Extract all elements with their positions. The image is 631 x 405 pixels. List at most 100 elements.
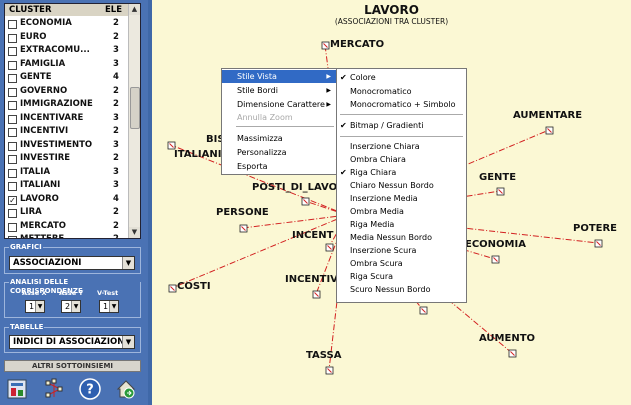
cluster-row[interactable]: IMMIGRAZIONE 2	[5, 98, 130, 112]
cluster-checkbox[interactable]	[8, 209, 17, 218]
cluster-count: 3	[113, 58, 119, 69]
submenu-item[interactable]: Inserzione Chiara	[337, 140, 466, 153]
cluster-row[interactable]: ECONOMIA 2	[5, 17, 130, 31]
asse-x-select[interactable]: 1 ▼	[25, 300, 45, 313]
left-panel: CLUSTER ELE ECONOMIA 2 EURO 2 EXTRACOMU... 3 F…	[0, 0, 148, 405]
checkmark-icon: ✔	[340, 73, 347, 82]
cluster-row[interactable]: FAMIGLIA 3	[5, 58, 130, 72]
vtest-value: 1	[103, 302, 109, 311]
cluster-list-header: CLUSTER ELE	[5, 4, 130, 16]
cluster-row[interactable]: ITALIA 3	[5, 166, 130, 180]
tabelle-select[interactable]: INDICI DI ASSOCIAZIONE ▼	[9, 335, 135, 349]
context-menu-item[interactable]: Esporta	[222, 160, 336, 173]
chevron-right-icon: ▶	[326, 73, 331, 80]
cluster-checkbox[interactable]: ✓	[8, 195, 17, 205]
submenu-item-label: Riga Media	[350, 220, 395, 229]
context-menu-item[interactable]: Stile Vista ▶	[222, 70, 336, 83]
chevron-down-icon[interactable]: ▼	[35, 301, 44, 312]
submenu-item[interactable]: Scuro Nessun Bordo	[337, 283, 466, 296]
cluster-checkbox[interactable]	[8, 155, 17, 164]
chevron-down-icon[interactable]: ▼	[122, 257, 134, 269]
cluster-list[interactable]: CLUSTER ELE ECONOMIA 2 EURO 2 EXTRACOMU... 3 F…	[4, 3, 141, 239]
submenu-item[interactable]: Ombra Scura	[337, 257, 466, 270]
submenu-item[interactable]: Riga Media	[337, 218, 466, 231]
cluster-checkbox[interactable]	[8, 87, 17, 97]
ele-column-header[interactable]: ELE	[105, 4, 122, 16]
submenu-item[interactable]: Riga Scura	[337, 270, 466, 283]
report-icon[interactable]	[6, 378, 28, 400]
submenu-item-label: Riga Chiara	[350, 168, 397, 177]
vtest-select[interactable]: 1 ▼	[99, 300, 119, 313]
cluster-checkbox[interactable]	[8, 182, 17, 191]
submenu-item-label: Monocromatico + Simbolo	[350, 100, 456, 109]
asse-y-label: Asse Y	[59, 289, 84, 297]
cluster-name: INVESTIRE	[20, 153, 71, 163]
submenu-item[interactable]: Inserzione Media	[337, 192, 466, 205]
cluster-row[interactable]: INCENTIVARE 3	[5, 112, 130, 126]
submenu-item[interactable]: Monocromatico + Simbolo	[337, 98, 466, 111]
asse-y-select[interactable]: 2 ▼	[61, 300, 81, 313]
grafici-select[interactable]: ASSOCIAZIONI ▼	[9, 256, 135, 270]
chevron-down-icon[interactable]: ▼	[71, 301, 80, 312]
node-label: ITALIANI	[174, 149, 221, 160]
chevron-down-icon[interactable]: ▼	[109, 301, 118, 312]
cluster-checkbox[interactable]	[8, 47, 17, 56]
cluster-checkbox[interactable]	[8, 20, 17, 29]
cluster-row[interactable]: MERCATO 2	[5, 220, 130, 234]
context-menu-item[interactable]: Stile Bordi ▶	[222, 84, 336, 97]
altri-sottoinsiemi-button[interactable]: ALTRI SOTTOINSIEMI	[4, 360, 141, 372]
cluster-row[interactable]: INCENTIVI 2	[5, 125, 130, 139]
cluster-checkbox[interactable]	[8, 128, 17, 137]
asse-y-value: 2	[65, 302, 71, 311]
submenu-item[interactable]: Chiaro Nessun Bordo	[337, 179, 466, 192]
network-icon[interactable]	[43, 378, 65, 400]
cluster-row[interactable]: INVESTIMENTO 3	[5, 139, 130, 153]
submenu-item[interactable]: ✔ Bitmap / Gradienti	[337, 119, 466, 132]
cluster-row[interactable]: METTERE 2	[5, 233, 130, 238]
submenu-item[interactable]: Inserzione Scura	[337, 244, 466, 257]
cluster-checkbox[interactable]	[8, 74, 17, 83]
menu-separator	[236, 126, 334, 127]
cluster-checkbox[interactable]	[8, 168, 17, 178]
submenu-item-label: Chiaro Nessun Bordo	[350, 181, 434, 190]
submenu-item[interactable]: Ombra Media	[337, 205, 466, 218]
cluster-checkbox[interactable]	[8, 222, 17, 232]
cluster-row[interactable]: ✓ LAVORO 4	[5, 193, 130, 207]
cluster-row[interactable]: INVESTIRE 2	[5, 152, 130, 166]
cluster-row[interactable]: ITALIANI 3	[5, 179, 130, 193]
cluster-checkbox[interactable]	[8, 236, 17, 238]
submenu-item-label: Ombra Scura	[350, 259, 403, 268]
submenu-item[interactable]: Monocromatico	[337, 85, 466, 98]
home-export-icon[interactable]	[115, 378, 137, 400]
context-menu-item[interactable]: Dimensione Carattere ▶	[222, 98, 336, 111]
context-menu-item[interactable]: Massimizza	[222, 132, 336, 145]
chevron-down-icon[interactable]: ▼	[122, 336, 134, 348]
cluster-name: MERCATO	[20, 220, 66, 231]
submenu-item-label: Inserzione Media	[350, 194, 418, 203]
submenu-item[interactable]: Ombra Chiara	[337, 153, 466, 166]
cluster-list-scrollbar[interactable]: ▲ ▼	[128, 4, 140, 238]
scroll-up-icon[interactable]: ▲	[129, 4, 140, 15]
cluster-checkbox[interactable]	[8, 114, 17, 124]
cluster-row[interactable]: EXTRACOMU... 3	[5, 44, 130, 58]
scroll-down-icon[interactable]: ▼	[129, 227, 140, 238]
node-label: AUMENTO	[479, 333, 535, 344]
cluster-checkbox[interactable]	[8, 101, 17, 110]
node-label: GENTE	[479, 172, 516, 183]
submenu-item[interactable]: ✔ Riga Chiara	[337, 166, 466, 179]
submenu-item[interactable]: ✔ Colore	[337, 71, 466, 84]
cluster-row[interactable]: GOVERNO 2	[5, 85, 130, 99]
cluster-checkbox[interactable]	[8, 33, 17, 43]
help-icon[interactable]: ?	[79, 378, 101, 400]
cluster-count: 2	[113, 85, 119, 96]
submenu-item[interactable]: Media Nessun Bordo	[337, 231, 466, 244]
menu-separator	[340, 136, 463, 137]
cluster-checkbox[interactable]	[8, 141, 17, 151]
cluster-row[interactable]: EURO 2	[5, 31, 130, 45]
context-menu-item[interactable]: Personalizza	[222, 146, 336, 159]
scroll-thumb[interactable]	[130, 87, 140, 129]
cluster-checkbox[interactable]	[8, 60, 17, 70]
cluster-column-header[interactable]: CLUSTER	[9, 4, 52, 16]
cluster-row[interactable]: GENTE 4	[5, 71, 130, 85]
cluster-row[interactable]: LIRA 2	[5, 206, 130, 220]
